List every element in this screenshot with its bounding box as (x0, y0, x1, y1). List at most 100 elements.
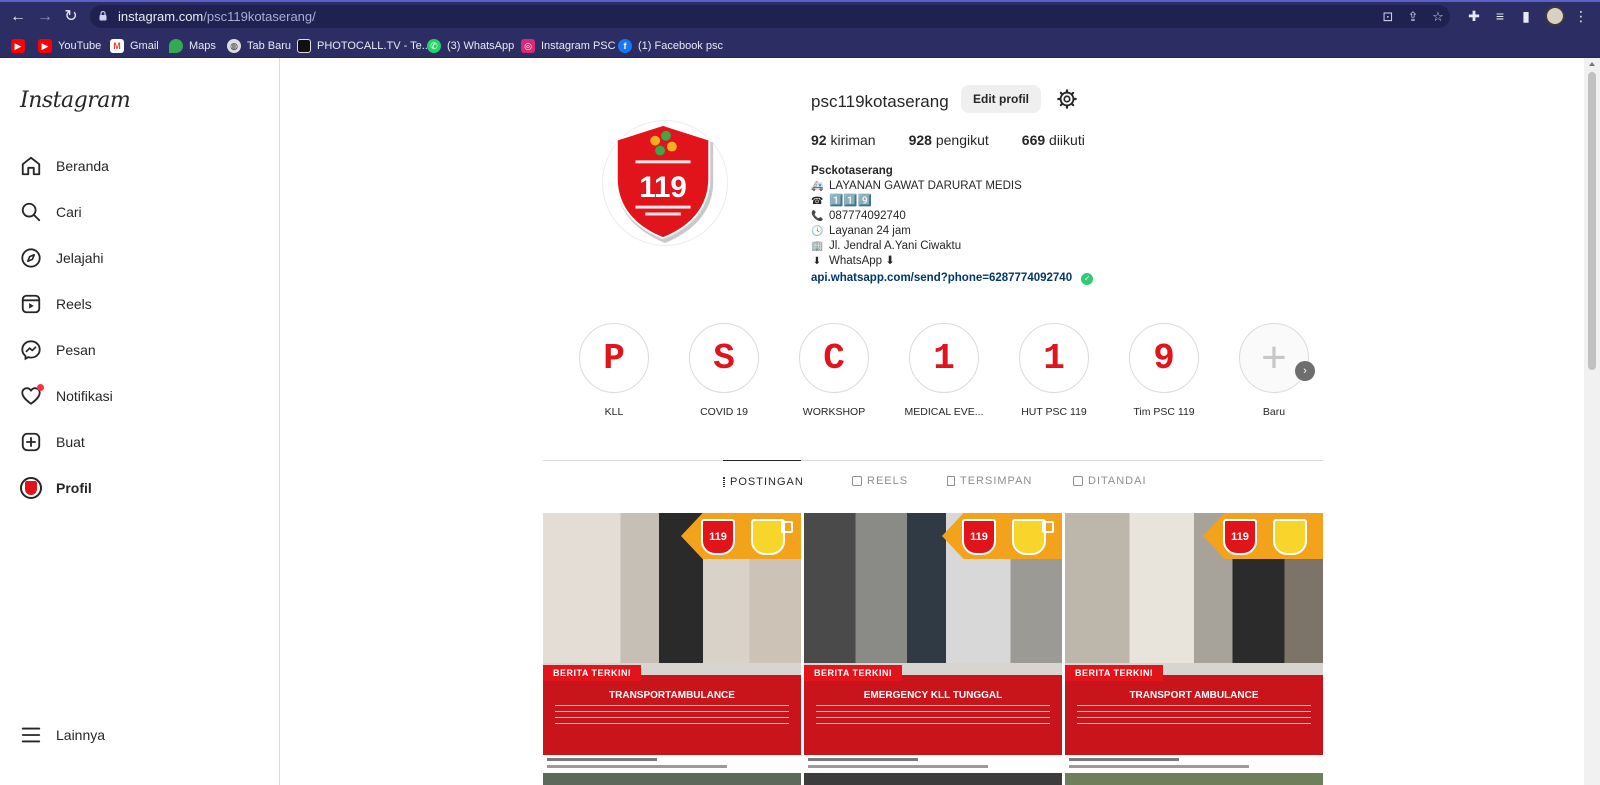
messenger-icon (21, 340, 41, 361)
profile-picture[interactable]: 119 (602, 120, 728, 246)
building-icon: 🏢 (811, 241, 824, 252)
tab-label: TERSIMPAN (960, 475, 1033, 487)
scrollbar-thumb[interactable] (1588, 72, 1596, 370)
post-thumbnail-partial[interactable] (1065, 773, 1323, 785)
sidebar-item-label: Notifikasi (56, 388, 113, 404)
bookmark-facebook[interactable]: f (1) Facebook psc (618, 37, 723, 54)
sidebar-item-search[interactable]: Cari (12, 191, 262, 233)
sidebar-item-profile[interactable]: Profil (12, 467, 262, 509)
maps-icon (169, 38, 183, 53)
search-icon (21, 202, 41, 222)
stat-following-count: 669 (1021, 132, 1046, 148)
side-panel-icon[interactable]: ▮ (1517, 7, 1535, 25)
highlight-hut-psc[interactable]: 1 HUT PSC 119 (1014, 323, 1094, 418)
sidebar-item-home[interactable]: Beranda (12, 145, 262, 187)
post-tag: BERITA TERKINI (1065, 665, 1163, 681)
highlight-tim-psc[interactable]: 9 Tim PSC 119 (1124, 323, 1204, 418)
sidebar-item-explore[interactable]: Jelajahi (12, 237, 262, 279)
bio-line: 🏢 Jl. Jendral A.Yani Ciwaktu (811, 239, 1093, 254)
browser-profile-avatar[interactable] (1545, 6, 1565, 26)
bio-link[interactable]: api.whatsapp.com/send?phone=628777409274… (811, 271, 1072, 286)
tab-saved[interactable]: TERSIMPAN (947, 460, 1032, 502)
phone-receiver-icon: 📞 (811, 211, 824, 222)
highlight-caption: COVID 19 (700, 406, 748, 418)
sidebar-item-messages[interactable]: Pesan (12, 329, 262, 371)
tab-reels[interactable]: REELS (852, 460, 908, 502)
scroll-up-arrow-icon[interactable] (1589, 62, 1595, 66)
highlight-covid[interactable]: S COVID 19 (684, 323, 764, 418)
bookmark-label: Maps (189, 39, 216, 52)
footer-line (547, 765, 727, 768)
bookmark-maps[interactable]: Maps (169, 37, 216, 54)
media-icon[interactable]: ≡ (1491, 7, 1509, 25)
bio-line: 📞 087774092740 (811, 209, 1093, 224)
address-bar[interactable]: instagram.com/psc119kotaserang/ ⊡ ⇪ ☆ (90, 5, 1450, 28)
sidebar-item-label: Lainnya (56, 727, 106, 743)
highlight-kll[interactable]: P KLL (574, 323, 654, 418)
post-thumbnail-partial[interactable] (804, 773, 1062, 785)
post-thumbnail[interactable]: 119 BERITA TERKINI TRANSPORTAMBULANCE (543, 513, 801, 771)
sidebar: Instagram Beranda Cari Jelajahi Reels Pe… (0, 58, 280, 785)
psc119-badge: 119 (1223, 519, 1257, 555)
heart-icon-wrapper (20, 384, 44, 407)
bio-line-text: Jl. Jendral A.Yani Ciwaktu (829, 240, 962, 252)
post-thumbnail[interactable]: 119 BERITA TERKINI TRANSPORT AMBULANCE (1065, 513, 1323, 771)
check-mark-icon: ✓ (1081, 272, 1094, 285)
footer-line (547, 758, 657, 761)
sidebar-item-more[interactable]: Lainnya (12, 714, 262, 756)
back-icon[interactable]: ← (8, 7, 28, 27)
tagged-icon (1073, 476, 1083, 486)
stat-following[interactable]: 669 diikuti (1022, 132, 1085, 148)
bookmark-photocall[interactable]: PHOTOCALL.TV - Te... (297, 37, 431, 54)
chevron-right-icon[interactable]: › (1295, 361, 1315, 381)
tab-label: DITANDAI (1088, 475, 1147, 487)
settings-gear-icon[interactable] (1056, 88, 1078, 110)
edit-profile-button[interactable]: Edit profil (961, 85, 1041, 113)
highlight-cover: P (579, 323, 649, 393)
page-scrollbar[interactable] (1584, 58, 1600, 785)
down-arrow-icon: ⬇ (812, 256, 822, 267)
post-tag: BERITA TERKINI (543, 665, 641, 681)
bookmark-new-tab[interactable]: ◍ Tab Baru (227, 37, 291, 54)
post-headline: TRANSPORT AMBULANCE (1129, 690, 1259, 701)
extensions-icon[interactable]: ✚ (1465, 7, 1483, 25)
tab-tagged[interactable]: DITANDAI (1073, 460, 1147, 502)
highlight-medical-event[interactable]: 1 MEDICAL EVE... (904, 323, 984, 418)
highlight-caption: KLL (604, 406, 624, 418)
bio-line-text: LAYANAN GAWAT DARURAT MEDIS (829, 180, 1022, 192)
post-thumbnail-partial[interactable] (543, 773, 801, 785)
bookmark-youtube[interactable]: ▶ YouTube (38, 37, 101, 54)
city-crest-icon (1012, 519, 1046, 555)
bookmark-gmail[interactable]: M Gmail (110, 37, 159, 54)
plus-square-icon (21, 432, 41, 452)
sidebar-item-notifications[interactable]: Notifikasi (12, 375, 262, 417)
install-app-icon[interactable]: ⊡ (1380, 9, 1396, 25)
highlight-cover: 1 (1019, 323, 1089, 393)
bio-line-text: WhatsApp ⬇ (829, 255, 895, 267)
psc119-shield-logo: 119 (615, 123, 714, 244)
stat-posts-label: kiriman (830, 132, 876, 148)
sidebar-item-create[interactable]: Buat (12, 421, 262, 463)
bookmark-youtube-shortcut[interactable]: ▶ (11, 37, 25, 54)
carousel-icon (781, 521, 793, 533)
sidebar-item-label: Reels (56, 296, 92, 312)
bookmark-whatsapp[interactable]: ✆ (3) WhatsApp (427, 37, 514, 54)
highlight-workshop[interactable]: C WORKSHOP (794, 323, 874, 418)
bookmark-star-icon[interactable]: ☆ (1430, 9, 1446, 25)
reload-icon[interactable]: ↻ (61, 7, 81, 27)
post-headline: EMERGENCY KLL TUNGGAL (863, 690, 1003, 701)
tab-posts[interactable]: POSTINGAN (723, 460, 803, 502)
menu-kebab-icon[interactable]: ⋮ (1572, 7, 1590, 25)
stat-following-label: diikuti (1049, 132, 1085, 148)
bookmark-instagram[interactable]: ◎ Instagram PSC (521, 37, 616, 54)
instagram-logo[interactable]: Instagram (20, 88, 131, 113)
youtube-icon: ▶ (38, 38, 52, 53)
stat-followers[interactable]: 928 pengikut (909, 132, 989, 148)
bio-display-name: Psckotaserang (811, 165, 893, 177)
footer-line (1069, 765, 1249, 768)
forward-icon[interactable]: → (35, 7, 55, 27)
share-icon[interactable]: ⇪ (1405, 9, 1421, 25)
post-thumbnail[interactable]: 119 BERITA TERKINI EMERGENCY KLL TUNGGAL (804, 513, 1062, 771)
psc119-badge: 119 (962, 519, 996, 555)
sidebar-item-reels[interactable]: Reels (12, 283, 262, 325)
